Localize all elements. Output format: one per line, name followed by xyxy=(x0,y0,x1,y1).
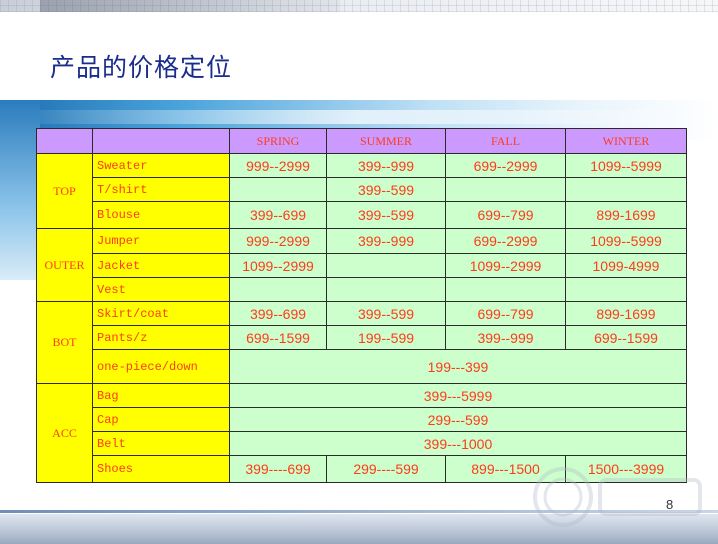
table-row: one-piece/down 199---399 xyxy=(37,349,687,384)
left-decoration xyxy=(0,100,40,280)
value-cell: 399--599 xyxy=(326,177,446,202)
wave-highlight xyxy=(0,110,718,124)
header-cell-spring: SPRING xyxy=(229,128,327,154)
value-cell: 1099--5999 xyxy=(565,228,687,254)
value-cell: 999--2999 xyxy=(229,228,327,254)
value-cell: 699--799 xyxy=(445,301,566,326)
table-row: BOT Skirt/coat 399--699 399--599 699--79… xyxy=(36,301,687,384)
value-cell: 1099--5999 xyxy=(565,153,687,178)
item-cell: Blouse xyxy=(92,201,230,229)
value-cell xyxy=(326,253,446,278)
value-cell: 699--1599 xyxy=(229,325,327,350)
slide-title: 产品的价格定位 xyxy=(50,53,233,82)
value-cell: 399--599 xyxy=(326,201,446,229)
value-cell xyxy=(326,277,446,302)
table-row: Blouse 399--699 399--599 699--799 899-16… xyxy=(37,201,687,229)
value-cell: 899-1699 xyxy=(565,201,687,229)
value-cell: 399----699 xyxy=(229,455,327,483)
header-cell-category xyxy=(36,128,93,154)
table-row: Pants/z 699--1599 199--599 399--999 699-… xyxy=(37,325,687,350)
header-cell-item xyxy=(92,128,230,154)
table-row: Cap 299---599 xyxy=(37,407,687,432)
value-cell-merged: 399---1000 xyxy=(229,431,687,456)
item-cell: Pants/z xyxy=(92,325,230,350)
value-cell: 399--999 xyxy=(326,153,446,178)
value-cell xyxy=(445,277,566,302)
value-cell: 899-1699 xyxy=(565,301,687,326)
value-cell xyxy=(565,177,687,202)
header-cell-winter: WINTER xyxy=(565,128,687,154)
table-row: TOP Sweater 999--2999 399--999 699--2999… xyxy=(36,153,687,229)
item-cell: Vest xyxy=(92,277,230,302)
value-cell: 299----599 xyxy=(326,455,446,483)
item-cell: Shoes xyxy=(92,455,230,483)
value-cell: 699--2999 xyxy=(445,228,566,254)
value-cell: 1099--2999 xyxy=(229,253,327,278)
header-cell-fall: FALL xyxy=(445,128,566,154)
category-cell-acc: ACC xyxy=(36,383,93,483)
item-cell: Sweater xyxy=(92,153,230,178)
table-row: Belt 399---1000 xyxy=(37,431,687,456)
item-cell: Belt xyxy=(92,431,230,456)
item-cell: Cap xyxy=(92,407,230,432)
value-cell: 399--699 xyxy=(229,201,327,229)
slide: 产品的价格定位 SPRING SUMMER FALL WINTER TOP Sw… xyxy=(0,0,718,544)
value-cell-merged: 299---599 xyxy=(229,407,687,432)
value-cell: 399--999 xyxy=(445,325,566,350)
item-cell: Skirt/coat xyxy=(92,301,230,326)
price-table: SPRING SUMMER FALL WINTER TOP Sweater 99… xyxy=(36,128,687,483)
table-row: Jacket 1099--2999 1099--2999 1099-4999 xyxy=(37,253,687,278)
value-cell: 699--2999 xyxy=(445,153,566,178)
category-cell-outer: OUTER xyxy=(36,228,93,302)
value-cell: 699--799 xyxy=(445,201,566,229)
watermark-logo-icon xyxy=(533,467,702,527)
value-cell: 399--999 xyxy=(326,228,446,254)
value-cell: 199--599 xyxy=(326,325,446,350)
header-cell-summer: SUMMER xyxy=(326,128,446,154)
table-row: ACC Bag 399---5999 xyxy=(36,383,687,483)
value-cell: 399--699 xyxy=(229,301,327,326)
item-cell: Jacket xyxy=(92,253,230,278)
page-number: 8 xyxy=(666,497,674,512)
top-decoration-accent xyxy=(40,0,340,12)
category-cell-bot: BOT xyxy=(36,301,93,384)
value-cell: 1099--2999 xyxy=(445,253,566,278)
table-header-row: SPRING SUMMER FALL WINTER xyxy=(36,128,687,154)
item-cell: one-piece/down xyxy=(92,349,230,384)
value-cell-merged: 199---399 xyxy=(229,349,687,384)
value-cell xyxy=(565,277,687,302)
value-cell xyxy=(229,177,327,202)
table-row: OUTER Jumper 999--2999 399--999 699--299… xyxy=(36,228,687,302)
value-cell: 1099-4999 xyxy=(565,253,687,278)
value-cell: 999--2999 xyxy=(229,153,327,178)
value-cell: 399--599 xyxy=(326,301,446,326)
category-cell-top: TOP xyxy=(36,153,93,229)
value-cell-merged: 399---5999 xyxy=(229,383,687,408)
value-cell: 699--1599 xyxy=(565,325,687,350)
item-cell: Jumper xyxy=(92,228,230,254)
table-row: T/shirt 399--599 xyxy=(37,177,687,202)
value-cell xyxy=(445,177,566,202)
table-row: Vest xyxy=(37,277,687,302)
item-cell: Bag xyxy=(92,383,230,408)
value-cell xyxy=(229,277,327,302)
item-cell: T/shirt xyxy=(92,177,230,202)
